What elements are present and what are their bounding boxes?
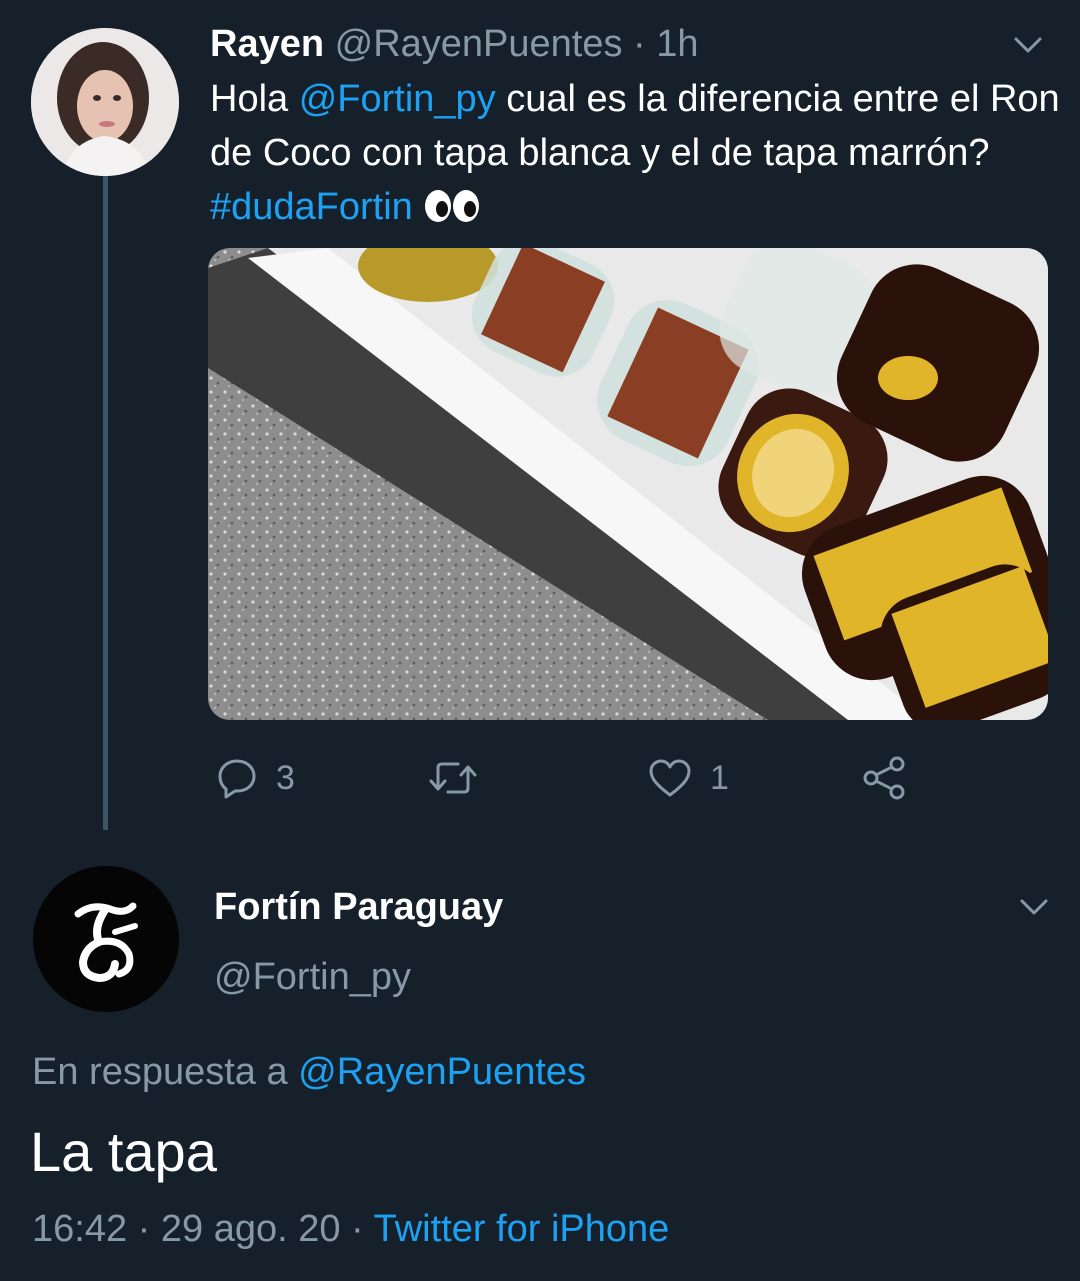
reply-text: La tapa: [30, 1120, 217, 1183]
separator: ·: [137, 1208, 151, 1250]
share-icon: [862, 756, 908, 800]
author-name[interactable]: Rayen: [210, 23, 324, 65]
eyes-emoji-icon: [423, 184, 481, 238]
avatar[interactable]: [33, 866, 179, 1012]
tweet-text: Hola @Fortin_py cual es la diferencia en…: [210, 72, 1060, 238]
timestamp[interactable]: 1h: [656, 23, 698, 65]
separator: ·: [351, 1208, 364, 1250]
author-handle[interactable]: @Fortin_py: [214, 954, 411, 1000]
retweet-icon: [428, 758, 478, 798]
chevron-down-icon[interactable]: [1014, 892, 1054, 922]
tweet-header: Rayen @RayenPuentes · 1h: [210, 22, 699, 66]
reply-to-link[interactable]: @RayenPuentes: [298, 1051, 586, 1093]
source-link[interactable]: Twitter for iPhone: [374, 1208, 670, 1250]
reply-prefix: En respuesta a: [32, 1051, 299, 1093]
tweet-photo[interactable]: [208, 248, 1048, 720]
like-button[interactable]: 1: [648, 756, 729, 800]
separator: ·: [633, 23, 646, 65]
reply-count: 3: [276, 758, 295, 797]
reply-time[interactable]: 16:42: [32, 1208, 127, 1250]
author-name[interactable]: Fortín Paraguay: [214, 884, 503, 930]
tweet-meta: 16:42 · 29 ago. 20 · Twitter for iPhone: [32, 1206, 669, 1252]
author-handle[interactable]: @RayenPuentes: [335, 23, 623, 65]
chevron-down-icon[interactable]: [1008, 30, 1048, 60]
avatar[interactable]: [31, 28, 179, 176]
heart-icon: [648, 758, 692, 798]
reply-date[interactable]: 29 ago. 20: [161, 1208, 341, 1250]
tweet-text-start: Hola: [210, 78, 299, 120]
reply-icon: [216, 757, 258, 799]
retweet-button[interactable]: [428, 756, 478, 800]
thread-line: [103, 176, 108, 830]
reply-context: En respuesta a @RayenPuentes: [32, 1049, 586, 1095]
mention-link[interactable]: @Fortin_py: [299, 78, 496, 120]
hashtag-link[interactable]: #dudaFortin: [210, 186, 413, 228]
like-count: 1: [710, 758, 729, 797]
share-button[interactable]: [862, 756, 908, 800]
reply-button[interactable]: 3: [216, 756, 295, 800]
